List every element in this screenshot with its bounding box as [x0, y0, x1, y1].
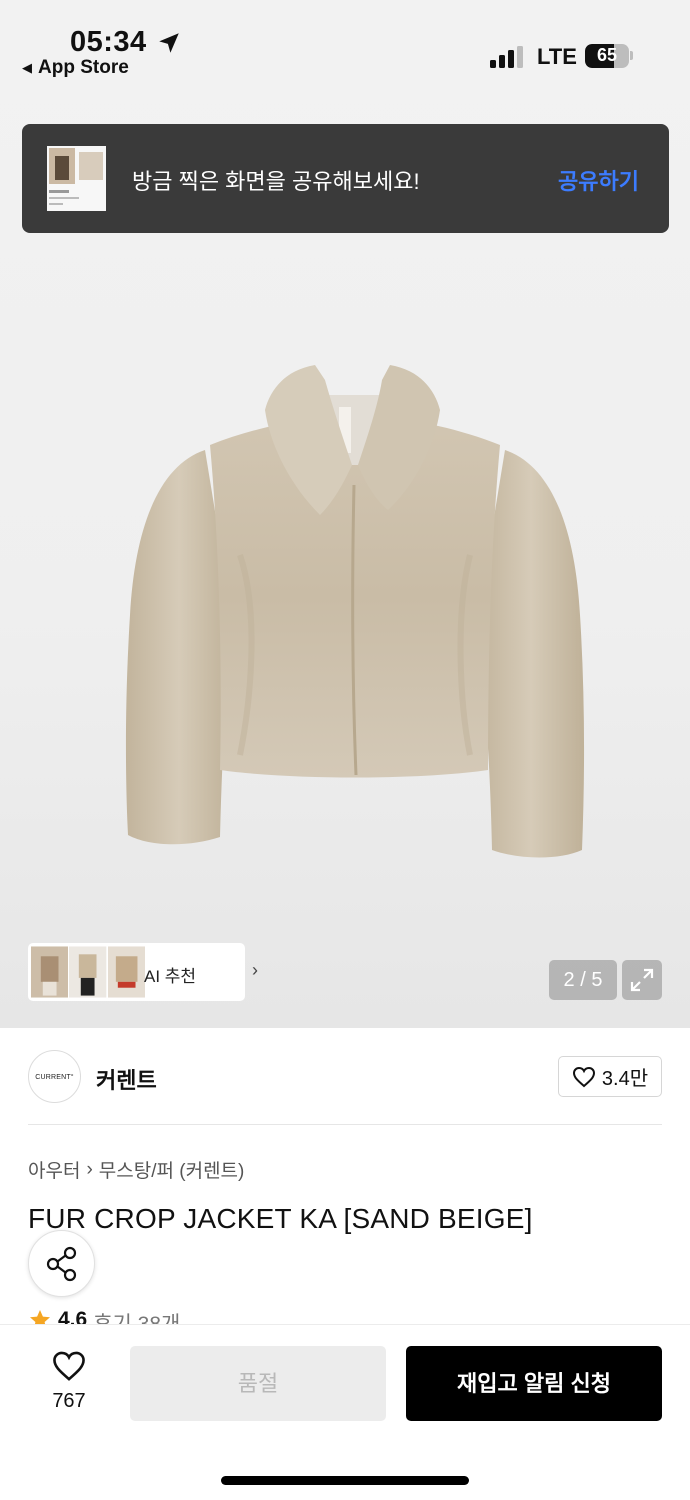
network-type: LTE [537, 44, 577, 69]
ai-thumbnail-3 [107, 946, 145, 998]
cellular-signal-icon [490, 46, 523, 68]
battery-cap [630, 51, 633, 60]
battery-icon: 65 [585, 44, 629, 68]
brand-like-count: 3.4만 [601, 1068, 649, 1090]
wishlist-count: 767 [52, 1390, 86, 1412]
ai-recommendation-card[interactable]: AI 추천 › [28, 943, 258, 1001]
brand-like-button[interactable]: 3.4만 [558, 1056, 662, 1097]
back-to-app-store[interactable]: ◀ App Store [22, 57, 129, 79]
ai-thumbnails [31, 946, 146, 998]
breadcrumb-category[interactable]: 아우터 [28, 1156, 80, 1183]
expand-icon [630, 968, 654, 992]
heart-icon [572, 1066, 595, 1087]
share-button[interactable] [28, 1230, 95, 1297]
screenshot-thumbnail-image [47, 146, 106, 211]
breadcrumb-subcategory[interactable]: 무스탕/퍼 (커렌트) [99, 1156, 245, 1183]
ai-recommendation-label: AI 추천 [144, 967, 197, 986]
battery-percent: 65 [596, 45, 618, 65]
back-app-label: App Store [38, 57, 129, 78]
ai-thumbnail-2 [69, 946, 107, 998]
chevron-right-icon: › [86, 1158, 93, 1180]
expand-image-button[interactable] [622, 960, 662, 1000]
soldout-button[interactable]: 품절 [130, 1346, 386, 1421]
back-caret-icon: ◀ [22, 60, 32, 75]
brand-name[interactable]: 커렌트 [96, 1063, 157, 1095]
product-title: FUR CROP JACKET KA [SAND BEIGE] [28, 1203, 533, 1234]
share-now-button[interactable]: 공유하기 [558, 164, 639, 196]
status-time: 05:34 [70, 26, 147, 58]
toast-message: 방금 찍은 화면을 공유해보세요! [132, 169, 420, 194]
share-icon [46, 1246, 77, 1282]
image-page-indicator: 2 / 5 [549, 960, 617, 1000]
breadcrumb: 아우터 › 무스탕/퍼 (커렌트) [28, 1156, 244, 1183]
product-image-fur-jacket[interactable] [120, 355, 590, 895]
screenshot-thumbnail[interactable] [47, 146, 106, 211]
restock-alert-button[interactable]: 재입고 알림 신청 [406, 1346, 662, 1421]
section-divider [28, 1124, 662, 1125]
heart-icon [53, 1351, 85, 1381]
location-arrow-icon [159, 33, 179, 53]
brand-logo[interactable]: CURRENT° [28, 1050, 81, 1103]
chevron-right-icon: › [252, 960, 258, 980]
home-indicator[interactable] [221, 1476, 469, 1485]
screenshot-share-toast: 방금 찍은 화면을 공유해보세요! 공유하기 [22, 124, 669, 233]
ai-thumbnail-1 [31, 946, 69, 998]
